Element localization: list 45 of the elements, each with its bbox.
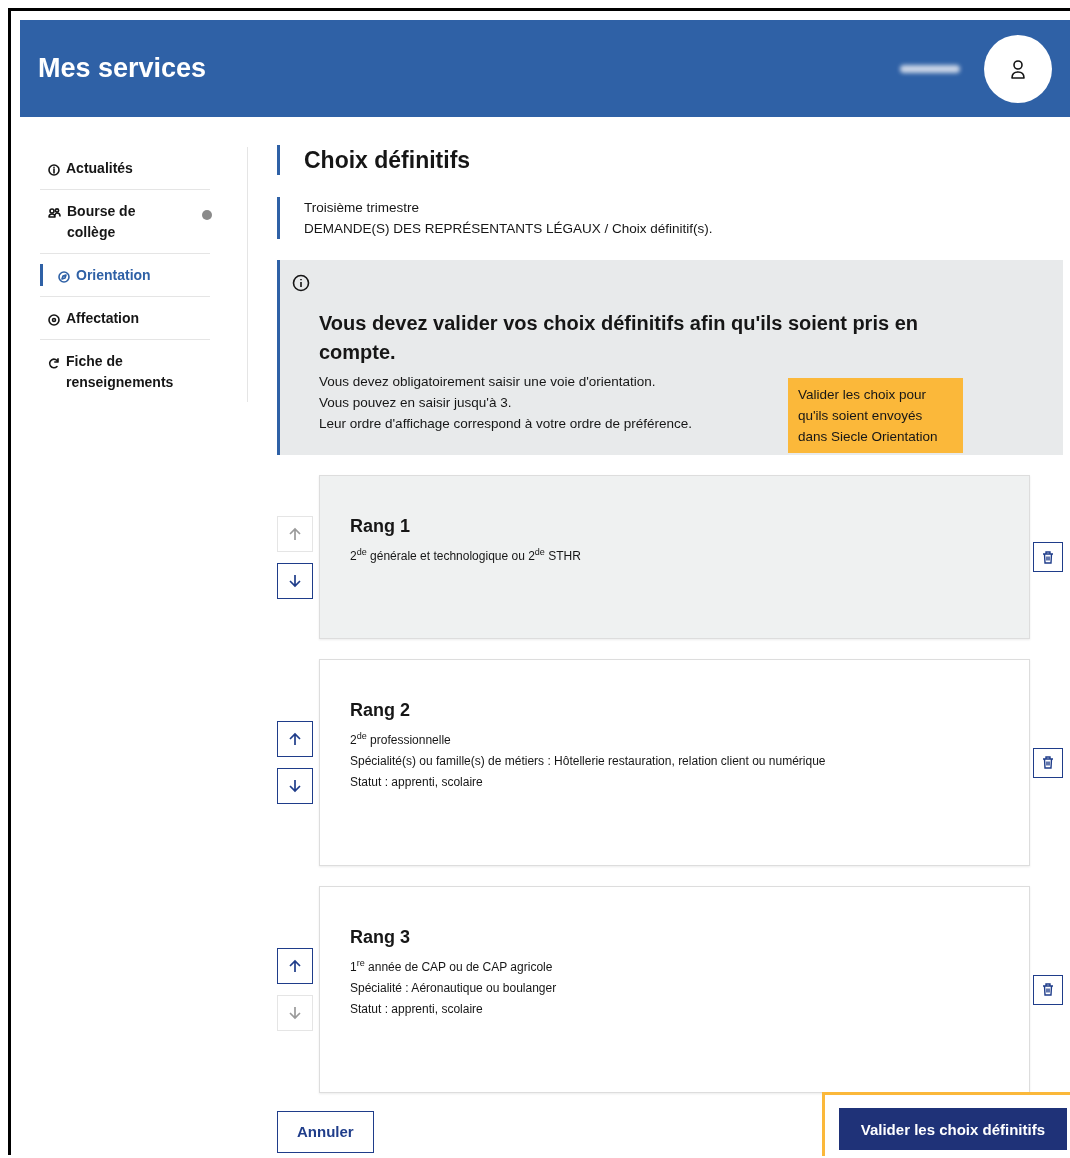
subtitle: Troisième trimestre — [304, 199, 420, 217]
user-icon — [1010, 58, 1026, 79]
submit-button[interactable]: Valider les choix définitifs — [838, 1108, 1067, 1150]
down-arrow-icon — [288, 779, 302, 793]
page-title: Choix définitifs — [277, 145, 1063, 175]
up-arrow-icon — [288, 732, 302, 746]
move-down-button[interactable] — [277, 768, 313, 804]
move-up-button[interactable] — [277, 948, 313, 984]
up-arrow-icon — [288, 526, 302, 541]
rank-title: Rang 1 — [350, 515, 411, 538]
tooltip: Valider les choix pour qu'ils soient envoyés dans Siecle Orientation — [788, 378, 963, 453]
delete-button[interactable] — [1033, 542, 1063, 572]
move-up-button[interactable] — [277, 721, 313, 757]
up-arrow-icon — [288, 959, 302, 973]
notice-text: Vous pouvez en saisir jusqu'à 3. — [319, 394, 512, 412]
choice-detail: Spécialité(s) ou famille(s) de métiers : Hôtellerie restauration, relation client ou numérique — [350, 753, 827, 770]
trash-icon — [1042, 983, 1054, 996]
notice-text: Vous devez obligatoirement saisir une voie d'orientation. — [319, 373, 656, 391]
sidebar-item[interactable]: Affectation — [40, 297, 210, 340]
rank-title: Rang 3 — [350, 926, 411, 949]
sidebar-item[interactable]: Actualités — [40, 147, 210, 190]
choice-detail: Spécialité : Aéronautique ou boulanger — [350, 980, 558, 997]
notice-title: Vous devez valider vos choix définitifs afin qu'ils soient pris en compte. — [319, 311, 919, 365]
app-title: Mes services — [38, 53, 208, 84]
delete-button[interactable] — [1033, 974, 1063, 1005]
down-arrow-icon — [288, 573, 302, 588]
sidebar-item[interactable]: Orientation — [40, 254, 210, 297]
choice-detail: Statut : apprenti, scolaire — [350, 1001, 484, 1018]
notice-text: Leur ordre d'affichage correspond à votre ordre de préférence. — [319, 415, 693, 433]
delete-button[interactable] — [1033, 747, 1063, 778]
breadcrumb: DEMANDE(S) DES REPRÉSENTANTS LÉGAUX / Choix définitif(s). — [304, 220, 714, 238]
trash-icon — [1042, 550, 1054, 564]
down-arrow-icon — [288, 1006, 302, 1020]
sidebar-item[interactable]: Bourse de collège — [40, 190, 210, 254]
choice-detail: 2$^{de}$ professionnelle — [350, 730, 452, 749]
cancel-button[interactable]: Annuler — [277, 1110, 374, 1153]
info-icon — [292, 274, 310, 292]
choice-detail: 2$^{de}$ générale et technologique ou 2$^{de}$ STHR — [350, 546, 582, 565]
rank-title: Rang 2 — [350, 699, 411, 722]
move-down-button[interactable] — [277, 562, 313, 599]
choice-detail: 1$^{re}$ année de CAP ou de CAP agricole — [350, 957, 554, 976]
choice-detail: Statut : apprenti, scolaire — [350, 774, 484, 791]
blurred-username — [900, 64, 960, 73]
sidebar-item[interactable]: Fiche de renseignements — [40, 340, 210, 403]
trash-icon — [1042, 756, 1054, 769]
